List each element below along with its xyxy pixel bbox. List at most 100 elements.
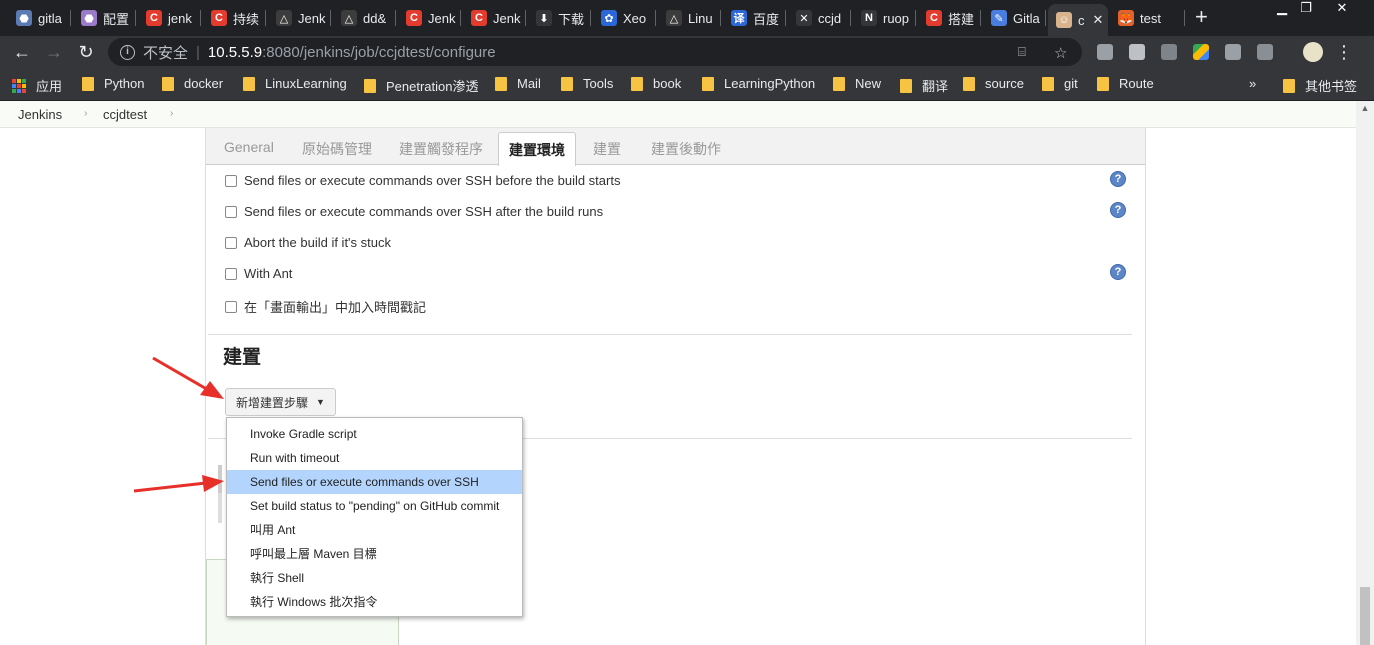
browser-tab[interactable]: 译百度 [723,4,786,32]
browser-tab[interactable]: ☺ c ✕ [1048,4,1108,36]
tab-favicon-icon: C [926,10,942,26]
build-step-menu-item[interactable]: 執行 Windows 批次指令 [227,590,522,614]
other-bookmarks[interactable]: 其他书签 [1283,76,1357,95]
browser-tab[interactable]: Cjenk [138,4,201,32]
bookmark-item[interactable]: 翻译 [900,76,948,95]
browser-tab[interactable]: C 搭建 [918,4,981,32]
browser-tab[interactable]: △ Linu [658,4,721,32]
extension-icon[interactable] [1161,44,1177,60]
folder-icon [162,76,174,91]
new-tab-button[interactable]: + [1195,6,1208,28]
option-checkbox[interactable] [225,300,237,313]
reload-icon[interactable]: ↻ [76,42,96,62]
star-icon[interactable]: ☆ [1054,44,1067,62]
page-scrollbar[interactable]: ▲ [1356,101,1374,645]
build-env-option: 在「畫面輸出」中加入時間戳記 [225,297,426,316]
tab-favicon-icon: C [406,10,422,26]
option-checkbox[interactable] [225,205,237,218]
browser-tab[interactable]: △ dd& [333,4,396,32]
tab-favicon-icon: 译 [731,10,747,26]
option-checkbox[interactable] [225,236,237,249]
translate-icon[interactable]: ⌸ [1018,44,1026,60]
minimize-button[interactable]: ▁ [1273,0,1291,18]
build-step-menu-item[interactable]: Send files or execute commands over SSH [227,470,522,494]
build-step-menu-item[interactable]: 執行 Shell [227,566,522,590]
breadcrumb-jenkins[interactable]: Jenkins [18,107,62,122]
bookmark-item[interactable]: git [1042,76,1078,91]
config-tab[interactable]: 建置 [593,139,621,159]
extension-menu-icon[interactable] [1097,44,1113,60]
browser-tab[interactable]: ✕ ccjd [788,4,851,32]
breadcrumb-chevron-icon[interactable]: › [170,108,173,119]
bookmarks-overflow-icon[interactable]: » [1249,76,1256,91]
dropbox-icon[interactable] [1129,44,1145,60]
browser-tab[interactable]: ⬣ 配置 [73,4,136,32]
help-icon[interactable]: ? [1110,202,1126,218]
tab-favicon-icon: △ [341,10,357,26]
bookmark-item[interactable]: Tools [561,76,613,91]
browser-tab[interactable]: Nruop [853,4,916,32]
bookmark-item[interactable]: Penetration渗透 [364,76,479,95]
config-tab[interactable]: 建置觸發程序 [399,139,483,159]
bookmark-item[interactable]: LearningPython [702,76,815,91]
section-marker [218,493,222,523]
tab-title: Xeo [623,10,647,26]
help-icon[interactable]: ? [1110,171,1126,187]
bookmark-item[interactable]: LinuxLearning [243,76,347,91]
build-step-menu-item[interactable]: Invoke Gradle script [227,422,522,446]
tab-close-icon[interactable]: ✕ [1093,12,1104,28]
breadcrumb-job[interactable]: ccjdtest [103,107,147,122]
build-step-menu-item[interactable]: Run with timeout [227,446,522,470]
config-tab[interactable]: General [224,139,274,155]
build-step-menu-item[interactable]: 呼叫最上層 Maven 目標 [227,542,522,566]
config-tab[interactable]: 原始碼管理 [302,139,372,159]
rocket-extension-icon[interactable] [1257,44,1273,60]
build-step-menu-item[interactable]: 叫用 Ant [227,518,522,542]
build-step-menu-item[interactable]: Set build status to "pending" on GitHub … [227,494,522,518]
forward-icon[interactable]: → [44,42,64,62]
back-icon[interactable]: ← [12,42,32,62]
tab-favicon-icon: C [146,10,162,26]
help-icon[interactable]: ? [1110,264,1126,280]
browser-tab[interactable]: ⬣ gitla [8,4,71,32]
scroll-up-icon[interactable]: ▲ [1356,103,1374,117]
tab-title: 配置 [103,11,130,27]
bookmark-item[interactable]: Python [82,76,144,91]
browser-tab[interactable]: ✎ Gitla [983,4,1046,32]
add-build-step-button[interactable]: 新增建置步驟 ▼ [225,388,336,416]
bookmark-item[interactable]: New [833,76,881,91]
browser-tab[interactable]: △ Jenk [268,4,331,32]
tab-title: gitla [38,10,62,26]
close-window-button[interactable]: ✕ [1332,0,1352,18]
profile-avatar-icon[interactable] [1303,42,1323,62]
tab-title: 持续 [233,11,260,27]
option-checkbox[interactable] [225,174,237,187]
tab-title: c [1078,12,1085,28]
browser-tab[interactable]: 🦊 test [1110,4,1185,32]
bookmark-item[interactable]: docker [162,76,223,91]
bookmark-item[interactable]: book [631,76,681,91]
bookmark-item[interactable]: source [963,76,1024,91]
section-marker [218,465,222,495]
browser-tab[interactable]: ⬇ 下载 [528,4,591,32]
tab-separator [330,10,331,26]
address-bar[interactable]: i 不安全 | 10.5.5.9 :8080/jenkins/job/ccjdt… [108,38,1082,66]
option-checkbox[interactable] [225,267,237,280]
breadcrumb-chevron-icon[interactable]: › [84,108,87,119]
camera-extension-icon[interactable] [1225,44,1241,60]
restore-button[interactable]: ❐ [1297,0,1315,18]
browser-tab[interactable]: ✿ Xeo [593,4,656,32]
bookmark-item[interactable]: 应用 [12,76,62,95]
browser-tab[interactable]: C 持续 [203,4,266,32]
info-icon[interactable]: i [120,44,135,60]
scroll-thumb[interactable] [1360,587,1370,645]
folder-icon [1283,78,1295,93]
google-drive-icon[interactable] [1193,44,1209,60]
config-tab[interactable]: 建置環境 [498,132,576,166]
browser-tab[interactable]: C Jenk [463,4,526,32]
bookmark-item[interactable]: Mail [495,76,541,91]
bookmark-item[interactable]: Route [1097,76,1154,91]
browser-tab[interactable]: C Jenk [398,4,461,32]
config-tab[interactable]: 建置後動作 [651,139,721,159]
browser-menu-icon[interactable]: ⋮ [1334,42,1354,62]
